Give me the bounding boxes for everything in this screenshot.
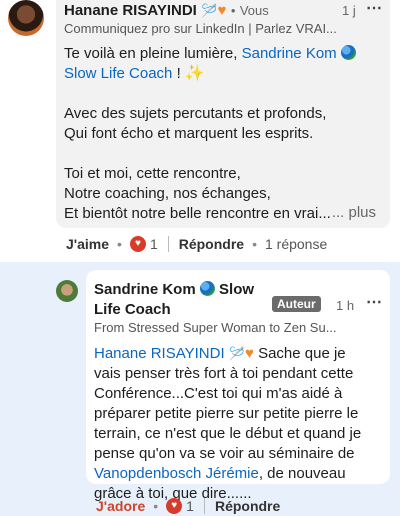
comment-time: 1 h xyxy=(336,298,355,313)
text-line-4: terrain, ce n'est que le début et quand … xyxy=(94,425,362,442)
mention-link[interactable]: Hanane RISAYINDI xyxy=(94,345,225,362)
author-name[interactable]: Hanane RISAYINDI xyxy=(64,2,197,19)
text-line-6: , de nouveau xyxy=(258,465,346,482)
author-badge: Auteur xyxy=(272,296,321,312)
comment-header: Hanane RISAYINDI 🪡♥ • Vous xyxy=(64,2,384,20)
author-name[interactable]: Sandrine Kom Slow Life Coach xyxy=(94,280,294,320)
meta-separator: • xyxy=(230,3,236,18)
comment-text: Te voilà en pleine lumière, Sandrine Kom… xyxy=(64,44,384,224)
author-avatar[interactable] xyxy=(56,280,78,302)
see-more-link[interactable]: ... plus xyxy=(332,204,376,221)
divider xyxy=(167,236,169,252)
mention-link-cont[interactable]: Slow Life Coach xyxy=(64,65,172,82)
more-options-icon[interactable]: ⋯ xyxy=(366,292,382,312)
reply-button[interactable]: Répondre xyxy=(215,498,280,514)
comment-bubble: Sandrine Kom Slow Life Coach Auteur 1 h … xyxy=(86,270,390,502)
comment-1: Hanane RISAYINDI 🪡♥ • Vous 1 j ⋯ Communi… xyxy=(0,0,400,262)
comment-actions: J'adore • ♥ 1 Répondre xyxy=(96,498,281,514)
reply-button[interactable]: Répondre xyxy=(179,236,244,252)
mention-link-2[interactable]: Vanopdenbosch Jérémie xyxy=(94,465,259,482)
para3-line1: Toi et moi, cette rencontre, xyxy=(64,165,241,182)
comment-bubble: Hanane RISAYINDI 🪡♥ • Vous 1 j ⋯ Communi… xyxy=(56,0,390,228)
author-headline: Communiquez pro sur LinkedIn | Parlez VR… xyxy=(64,21,337,36)
mention-link[interactable]: Sandrine Kom xyxy=(242,45,356,62)
more-options-icon[interactable]: ⋯ xyxy=(366,0,382,18)
reaction-count[interactable]: 1 xyxy=(186,498,194,514)
text-line-2: Conférence...C'est toi qui m'as aidé à xyxy=(94,385,343,402)
author-avatar[interactable] xyxy=(8,0,44,36)
needle-emoji: 🪡 xyxy=(201,3,218,18)
text-exclaim: ! xyxy=(176,65,181,82)
reply-count[interactable]: 1 réponse xyxy=(265,236,327,252)
orange-heart-emoji: ♥ xyxy=(244,345,254,362)
needle-emoji: 🪡 xyxy=(228,346,245,361)
heart-reaction-icon[interactable]: ♥ xyxy=(129,236,146,252)
like-button[interactable]: J'aime xyxy=(66,236,109,252)
orange-heart-emoji: ♥ xyxy=(217,2,227,19)
text-line-5: pense qu'on va se voir au séminaire de xyxy=(94,445,355,462)
para2-line1: Avec des sujets percutants et profonds, xyxy=(64,105,327,122)
text-line-0: Sache que je xyxy=(258,345,346,362)
text-line-3: préparer petite pierre sur petite pierre… xyxy=(94,405,359,422)
reaction-count[interactable]: 1 xyxy=(150,236,158,252)
connection-degree: Vous xyxy=(239,3,269,18)
para3-line2: Notre coaching, nos échanges, xyxy=(64,185,271,202)
heart-reaction-icon[interactable]: ♥ xyxy=(166,498,183,514)
reply-comment: Sandrine Kom Slow Life Coach Auteur 1 h … xyxy=(0,262,400,516)
globe-emoji xyxy=(340,45,356,60)
text-line-1: vais penser très fort à toi pendant cett… xyxy=(94,365,354,382)
comment-actions: J'aime • ♥ 1 Répondre • 1 réponse xyxy=(66,236,328,252)
comment-time: 1 j xyxy=(342,3,356,18)
para2-line2: Qui font écho et marquent les esprits. xyxy=(64,125,314,142)
text-line-1: Te voilà en pleine lumière, xyxy=(64,45,238,62)
sparkle-emoji: ✨ xyxy=(184,65,205,82)
divider xyxy=(203,498,205,514)
comment-text: Hanane RISAYINDI 🪡♥ Sache que je vais pe… xyxy=(94,344,390,504)
globe-emoji xyxy=(199,281,215,296)
author-headline: From Stressed Super Woman to Zen Su... xyxy=(94,320,337,335)
love-button[interactable]: J'adore xyxy=(96,498,145,514)
